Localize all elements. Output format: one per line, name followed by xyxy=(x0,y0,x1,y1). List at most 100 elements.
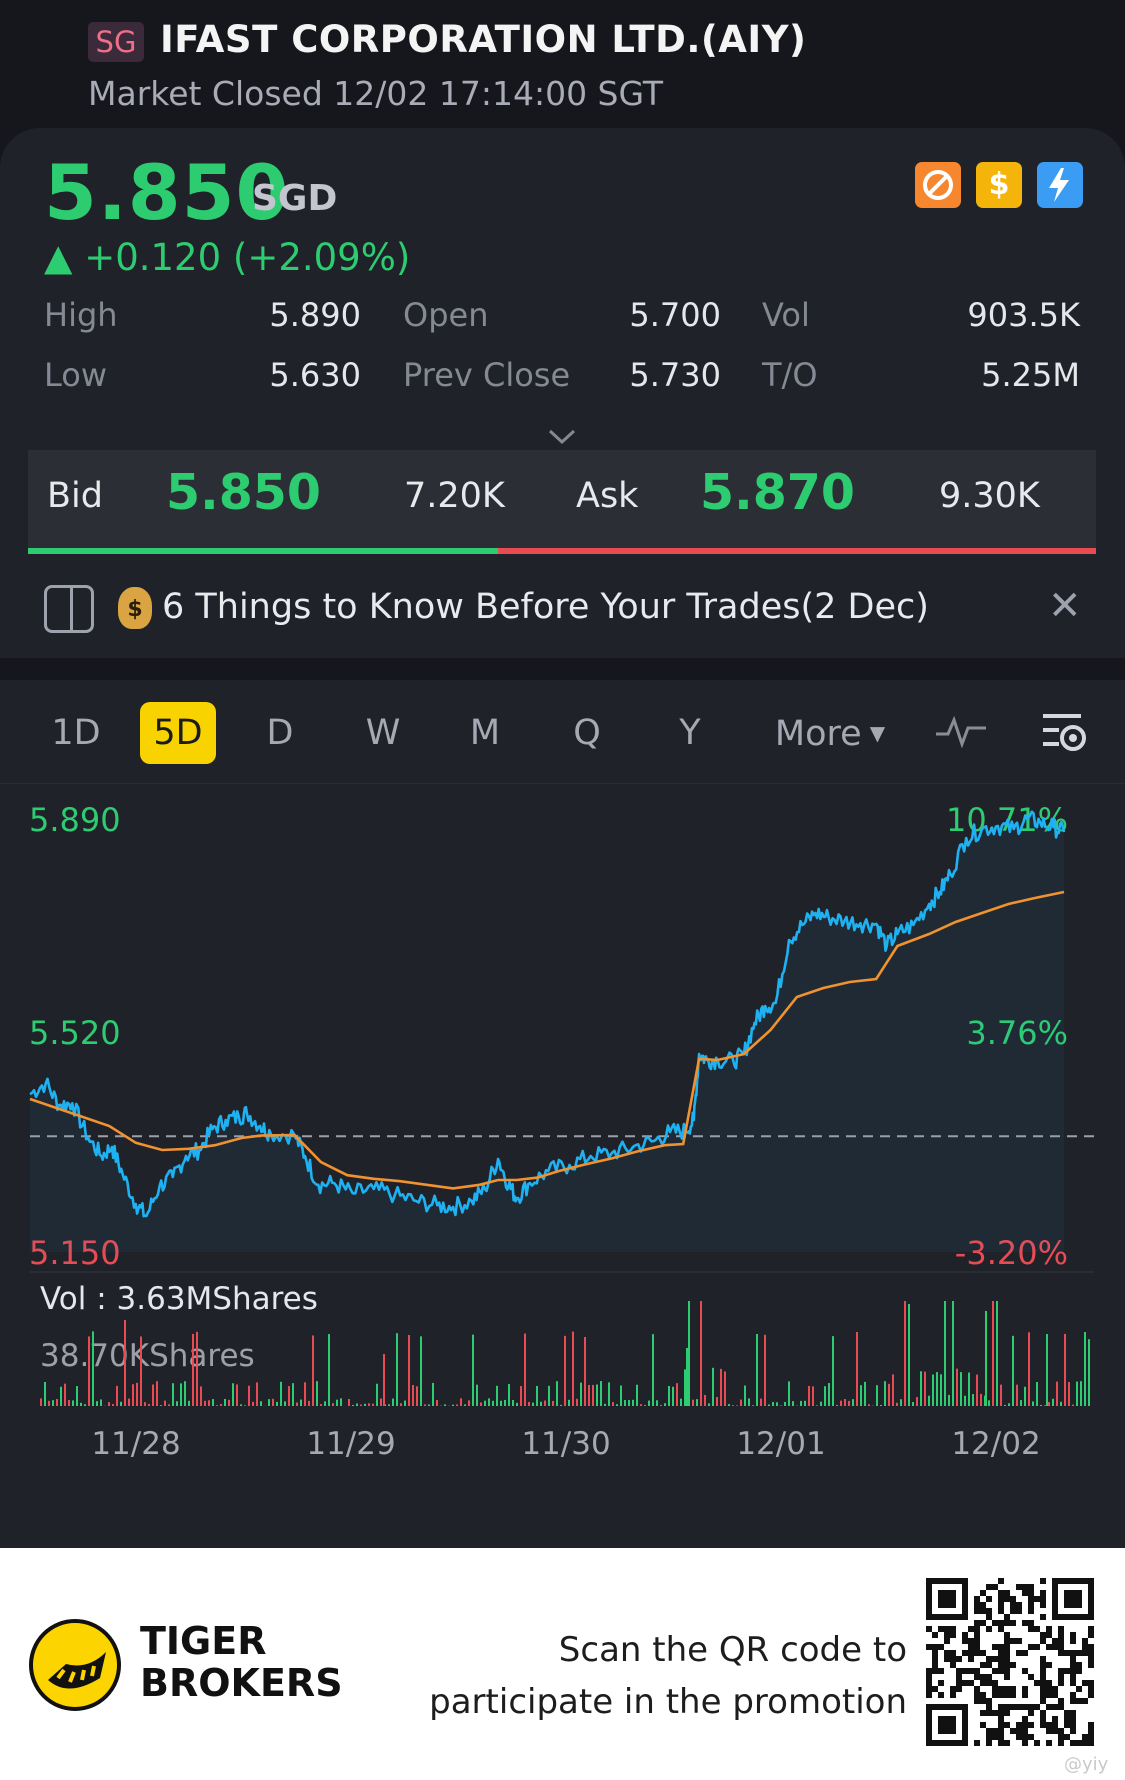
volume-bar xyxy=(296,1402,298,1406)
stock-header: SG IFAST CORPORATION LTD.(AIY) Market Cl… xyxy=(0,0,1125,128)
exchange-badge: SG xyxy=(88,22,144,62)
volume-bar xyxy=(684,1369,686,1406)
indicator-icon[interactable] xyxy=(934,714,988,752)
qr-module xyxy=(980,1608,986,1614)
volume-bar xyxy=(836,1405,838,1406)
x-tick-label: 11/30 xyxy=(521,1426,610,1462)
qr-module xyxy=(1088,1626,1094,1632)
volume-bar xyxy=(428,1404,430,1406)
close-icon[interactable]: ✕ xyxy=(1048,583,1082,629)
volume-bar xyxy=(716,1397,718,1406)
volume-bar xyxy=(436,1400,438,1406)
stat-value: 903.5K xyxy=(967,296,1080,334)
qr-module xyxy=(1040,1668,1046,1674)
volume-bar xyxy=(720,1368,722,1406)
volume-bar xyxy=(884,1381,886,1406)
volume-bar xyxy=(980,1393,982,1406)
dollar-icon[interactable]: $ xyxy=(976,162,1022,208)
tab-q[interactable]: Q xyxy=(559,702,615,764)
volume-bar xyxy=(1048,1402,1050,1406)
tab-d[interactable]: D xyxy=(252,702,308,764)
qr-module xyxy=(1064,1734,1070,1740)
qr-module xyxy=(1070,1668,1076,1674)
qr-module xyxy=(980,1620,986,1626)
qr-module xyxy=(1082,1650,1088,1656)
volume-bar xyxy=(636,1384,638,1406)
volume-bar xyxy=(580,1382,582,1406)
qr-module xyxy=(1040,1680,1046,1686)
volume-bar xyxy=(564,1335,566,1406)
chart-svg: 5.8905.5205.15010.71%3.76%-3.20%Vol : 3.… xyxy=(29,801,1094,1462)
ask-size: 9.30K xyxy=(939,476,1040,516)
volume-bar xyxy=(852,1399,854,1406)
qr-module xyxy=(1064,1710,1070,1716)
qr-module xyxy=(944,1650,950,1656)
volume-bar xyxy=(112,1404,114,1406)
qr-module xyxy=(1058,1728,1064,1734)
qr-code[interactable] xyxy=(926,1578,1094,1746)
qr-module xyxy=(1016,1584,1022,1590)
brand-line-2: BROKERS xyxy=(140,1661,343,1705)
qr-module xyxy=(1076,1740,1082,1746)
qr-module xyxy=(938,1680,944,1686)
promo-footer: TIGER BROKERS Scan the QR code to partic… xyxy=(0,1548,1125,1780)
flash-icon[interactable] xyxy=(1037,162,1083,208)
tab-5d[interactable]: 5D xyxy=(140,702,216,764)
qr-module xyxy=(986,1614,992,1620)
qr-module xyxy=(1046,1740,1052,1746)
qr-module xyxy=(1070,1698,1076,1704)
chart-settings-icon[interactable] xyxy=(1041,710,1089,758)
volume-bar xyxy=(840,1400,842,1406)
qr-module xyxy=(1004,1656,1010,1662)
volume-bar xyxy=(584,1336,586,1406)
period-tabs: 1D 5D D W M Q Y More ▼ xyxy=(0,680,1125,784)
volume-bar xyxy=(1064,1333,1066,1406)
qr-module xyxy=(980,1650,986,1656)
tab-m[interactable]: M xyxy=(457,702,513,764)
news-headline[interactable]: 6 Things to Know Before Your Trades(2 De… xyxy=(162,587,929,627)
volume-bar xyxy=(64,1383,66,1406)
tab-1d[interactable]: 1D xyxy=(44,702,108,764)
volume-bar xyxy=(792,1401,794,1406)
volume-bar xyxy=(284,1401,286,1406)
news-banner[interactable]: $ 6 Things to Know Before Your Trades(2 … xyxy=(0,573,1125,658)
qr-module xyxy=(998,1728,1004,1734)
qr-module xyxy=(950,1656,956,1662)
stat-label: Open xyxy=(403,296,489,334)
qr-module xyxy=(1040,1692,1046,1698)
no-short-icon[interactable] xyxy=(915,162,961,208)
qr-module xyxy=(1010,1620,1016,1626)
qr-module xyxy=(1028,1704,1034,1710)
volume-bar xyxy=(484,1400,486,1406)
tab-y[interactable]: Y xyxy=(662,702,718,764)
volume-bar xyxy=(176,1401,178,1406)
stat-value: 5.630 xyxy=(269,356,361,394)
volume-bar xyxy=(520,1386,522,1406)
volume-bar xyxy=(116,1385,118,1406)
qr-module xyxy=(1022,1740,1028,1746)
bid-label: Bid xyxy=(47,476,103,516)
tiger-logo-icon xyxy=(29,1619,121,1711)
qr-module xyxy=(998,1686,1004,1692)
volume-bar xyxy=(1076,1381,1078,1406)
tab-more[interactable]: More ▼ xyxy=(760,702,900,764)
volume-bar xyxy=(1024,1386,1026,1406)
volume-bar xyxy=(944,1301,946,1406)
volume-bar xyxy=(236,1384,238,1406)
promo-line-2: participate in the promotion xyxy=(429,1682,907,1722)
price-chart[interactable]: 5.890 5.520 5.150 10.71% 3.76% -3.20% Vol : 3.… xyxy=(0,786,1125,1548)
qr-module xyxy=(932,1686,938,1692)
qr-module xyxy=(998,1650,1004,1656)
qr-module xyxy=(1034,1740,1040,1746)
qr-module xyxy=(1022,1722,1028,1728)
volume-bar xyxy=(752,1405,754,1406)
qr-module xyxy=(1052,1704,1058,1710)
qr-module xyxy=(1058,1674,1064,1680)
qr-module xyxy=(1040,1698,1046,1704)
qr-module xyxy=(974,1650,980,1656)
chart-panel: 1D 5D D W M Q Y More ▼ 5.890 5.520 5.150 10.… xyxy=(0,680,1125,1548)
qr-module xyxy=(974,1692,980,1698)
volume-bar xyxy=(900,1399,902,1406)
qr-module xyxy=(1058,1632,1064,1638)
tab-w[interactable]: W xyxy=(355,702,411,764)
